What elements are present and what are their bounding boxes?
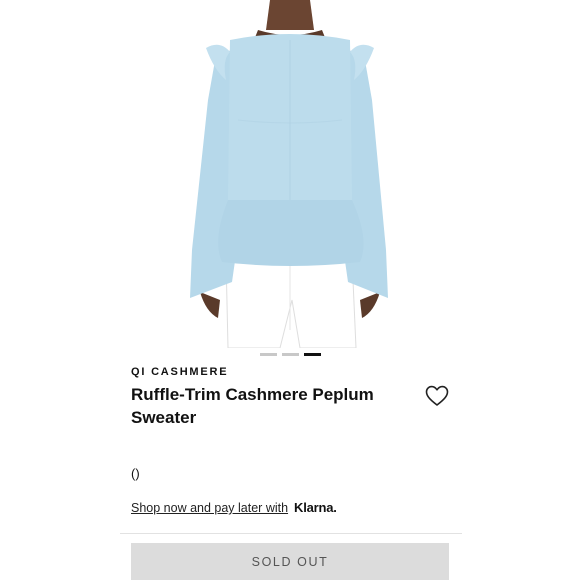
klarna-financing: Shop now and pay later with Klarna. bbox=[131, 500, 337, 515]
product-photo bbox=[190, 0, 388, 348]
price: () bbox=[131, 466, 140, 481]
heart-outline-icon bbox=[425, 385, 449, 406]
carousel-dot-3[interactable] bbox=[303, 353, 321, 356]
klarna-link[interactable]: Shop now and pay later with bbox=[131, 501, 288, 515]
carousel-dot-1[interactable] bbox=[259, 353, 277, 356]
brand-name[interactable]: QI CASHMERE bbox=[131, 366, 228, 378]
sold-out-button[interactable]: SOLD OUT bbox=[131, 543, 449, 580]
wishlist-button[interactable] bbox=[425, 385, 449, 407]
carousel-dot-2[interactable] bbox=[281, 353, 299, 356]
divider bbox=[120, 533, 462, 534]
image-carousel-dots bbox=[0, 353, 580, 356]
product-image[interactable] bbox=[130, 0, 450, 348]
product-title: Ruffle-Trim Cashmere Peplum Sweater bbox=[131, 385, 374, 427]
klarna-logo: Klarna. bbox=[294, 500, 337, 515]
